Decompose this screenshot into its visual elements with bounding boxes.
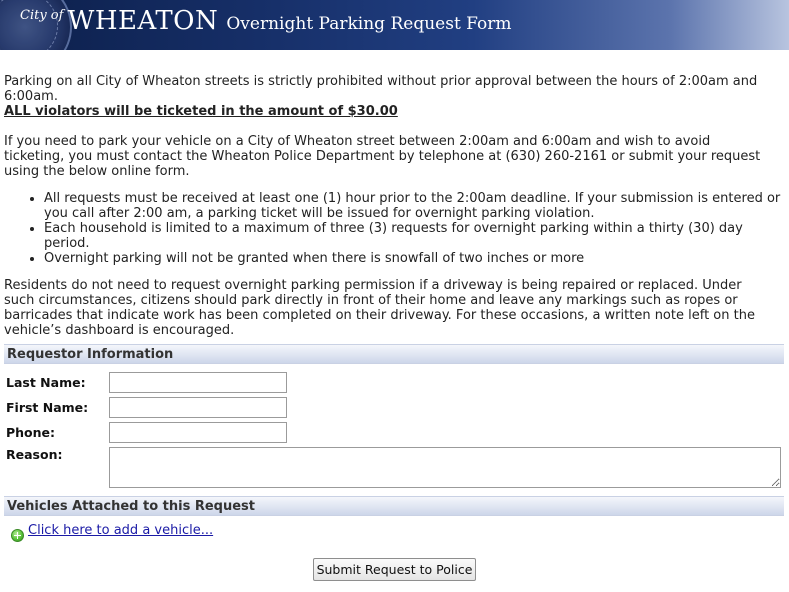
last-name-label: Last Name: bbox=[6, 375, 86, 390]
prohibition-text: Parking on all City of Wheaton streets i… bbox=[4, 74, 758, 104]
add-vehicle-link[interactable]: Click here to add a vehicle... bbox=[28, 523, 213, 538]
reason-label: Reason: bbox=[6, 447, 63, 462]
banner-title: City of WHEATON Overnight Parking Reques… bbox=[20, 6, 512, 36]
first-name-field[interactable] bbox=[109, 397, 287, 418]
rule-item: All requests must be received at least o… bbox=[44, 191, 784, 221]
phone-field[interactable] bbox=[109, 422, 287, 443]
reason-field[interactable] bbox=[109, 447, 781, 488]
header-banner: City of WHEATON Overnight Parking Reques… bbox=[0, 0, 789, 50]
requestor-section-header: Requestor Information bbox=[4, 344, 784, 364]
first-name-label: First Name: bbox=[6, 400, 89, 415]
city-of-label: City of bbox=[20, 8, 64, 23]
form-title: Overnight Parking Request Form bbox=[226, 14, 512, 34]
city-name: WHEATON bbox=[67, 6, 219, 36]
rules-list: All requests must be received at least o… bbox=[4, 191, 784, 266]
driveway-note: Residents do not need to request overnig… bbox=[4, 278, 755, 338]
last-name-field[interactable] bbox=[109, 372, 287, 393]
plus-circle-icon[interactable] bbox=[11, 529, 24, 542]
rule-item: Overnight parking will not be granted wh… bbox=[44, 251, 784, 266]
violators-warning: ALL violators will be ticketed in the am… bbox=[4, 104, 398, 119]
submit-button[interactable]: Submit Request to Police bbox=[313, 558, 476, 581]
rule-item: Each household is limited to a maximum o… bbox=[44, 221, 784, 251]
vehicles-section-header: Vehicles Attached to this Request bbox=[4, 496, 784, 516]
phone-label: Phone: bbox=[6, 425, 56, 440]
contact-instructions: If you need to park your vehicle on a Ci… bbox=[4, 134, 761, 179]
